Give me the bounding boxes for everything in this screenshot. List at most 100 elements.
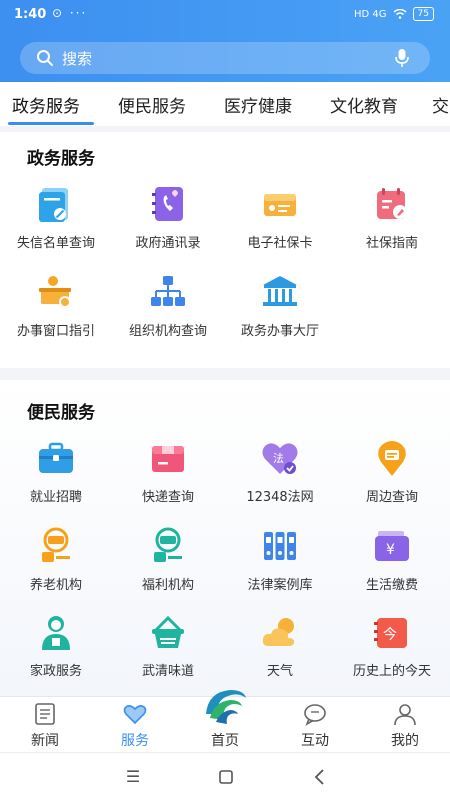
grid-item-label: 历史上的今天: [352, 664, 431, 679]
welfare-icon: [154, 527, 182, 562]
status-time: 1:40: [14, 7, 47, 22]
grid-item-label: 生活缴费: [365, 578, 418, 593]
menu-icon[interactable]: ☰: [123, 767, 143, 787]
user-icon: [394, 704, 416, 726]
grid-item-legal-case-library[interactable]: 法律案例库: [224, 526, 336, 606]
system-navigation-bar: ☰: [0, 752, 450, 800]
battery-indicator: 75: [412, 7, 434, 21]
nav-label: 新闻: [31, 733, 59, 749]
grid-item-label: 养老机构: [29, 578, 82, 593]
tab-transport[interactable]: 交: [432, 92, 449, 117]
government-hall-icon: [263, 276, 297, 306]
back-icon[interactable]: [310, 767, 330, 787]
grid-item-label: 家政服务: [29, 664, 82, 679]
phone-book-icon: [152, 187, 183, 221]
grid-item-social-security-guide[interactable]: 社保指南: [336, 184, 448, 264]
grid-item-label: 福利机构: [141, 578, 194, 593]
grid-item-label: 快递查询: [141, 490, 194, 505]
briefcase-icon: [39, 442, 73, 473]
housekeeper-icon: [42, 616, 70, 650]
tab-government-services[interactable]: 政务服务: [12, 92, 80, 117]
svg-text:今: 今: [383, 627, 397, 643]
grid-item-housekeeping[interactable]: 家政服务: [0, 612, 112, 692]
grid-item-label: 周边查询: [365, 490, 418, 505]
grid-item-organization-query[interactable]: 组织机构查询: [112, 272, 224, 352]
calendar-edit-icon: [377, 188, 407, 219]
grid-item-label: 办事窗口指引: [16, 324, 95, 339]
wifi-icon: [393, 9, 407, 19]
status-bar: 1:40 ⊙ ··· HD 4G 75: [0, 0, 450, 32]
search-icon: [37, 50, 53, 66]
grid-item-government-hall[interactable]: 政务办事大厅: [224, 272, 336, 352]
id-card-icon: [264, 194, 296, 216]
grid-item-label: 武清味道: [141, 664, 194, 679]
grid-item-today-in-history[interactable]: 今 历史上的今天: [336, 612, 448, 692]
tab-medical-health[interactable]: 医疗健康: [224, 92, 292, 117]
elderly-care-icon: [42, 527, 70, 562]
today-calendar-icon: 今: [374, 618, 407, 648]
grid-item-gov-directory[interactable]: 政府通讯录: [112, 184, 224, 264]
grid-item-credit-blacklist[interactable]: 失信名单查询: [0, 184, 112, 264]
binders-icon: [264, 532, 296, 560]
org-chart-icon: [151, 276, 185, 306]
service-heart-icon: [123, 705, 147, 725]
category-tabs: 政务服务 便民服务 医疗健康 文化教育 交: [0, 82, 450, 126]
grid-item-job-recruitment[interactable]: 就业招聘: [0, 438, 112, 518]
grid-item-welfare-institution[interactable]: 福利机构: [112, 526, 224, 606]
network-indicator: HD 4G: [354, 8, 387, 20]
payment-icon: ¥: [375, 531, 409, 561]
active-tab-indicator: [8, 122, 94, 125]
document-list-icon: [39, 188, 68, 222]
tab-culture-education[interactable]: 文化教育: [330, 92, 398, 117]
grid-item-label: 12348法网: [246, 490, 314, 505]
nav-interaction[interactable]: 互动: [280, 701, 350, 750]
section-title: 政务服务: [27, 149, 95, 169]
grid-item-weather[interactable]: 天气: [224, 612, 336, 692]
svg-text:¥: ¥: [386, 542, 395, 558]
tab-public-services[interactable]: 便民服务: [118, 92, 186, 117]
search-placeholder: 搜索: [62, 49, 93, 68]
grid-item-label: 法律案例库: [247, 578, 313, 593]
chat-icon: [304, 704, 326, 726]
nav-label: 互动: [301, 733, 329, 749]
map-pin-icon: [378, 441, 406, 476]
search-bar[interactable]: 搜索: [20, 42, 430, 74]
svg-text:法: 法: [273, 451, 284, 465]
nav-label: 首页: [211, 733, 239, 749]
service-desk-icon: [39, 276, 71, 308]
grid-item-express-query[interactable]: 快递查询: [112, 438, 224, 518]
nav-label: 我的: [391, 733, 419, 749]
grid-item-label: 政务办事大厅: [240, 324, 319, 339]
grid-item-label: 就业招聘: [29, 490, 82, 505]
weather-icon: [262, 618, 295, 646]
grid-item-wuqing-taste[interactable]: 武清味道: [112, 612, 224, 692]
government-services-section: 政务服务 失信名单查询 政府通讯录 电子社保卡 社保指南 办事窗口指引 组织机构…: [0, 132, 450, 368]
nav-services[interactable]: 服务: [100, 701, 170, 750]
grid-item-label: 政府通讯录: [135, 236, 201, 251]
grid-item-label: 组织机构查询: [128, 324, 207, 339]
grid-item-service-window[interactable]: 办事窗口指引: [0, 272, 112, 352]
nav-label: 服务: [121, 733, 149, 749]
status-notification-icons: ⊙ ···: [52, 6, 88, 20]
grid-item-social-security-card[interactable]: 电子社保卡: [224, 184, 336, 264]
law-heart-icon: 法: [262, 443, 298, 474]
home-logo-icon[interactable]: [200, 684, 250, 726]
grid-item-utility-payment[interactable]: ¥ 生活缴费: [336, 526, 448, 606]
grid-item-elderly-care[interactable]: 养老机构: [0, 526, 112, 606]
public-services-section: 便民服务 就业招聘 快递查询 法 12348法网 周边查询 养老机构 福利机构 …: [0, 380, 450, 696]
microphone-icon[interactable]: [392, 48, 412, 68]
app-header: 1:40 ⊙ ··· HD 4G 75 搜索: [0, 0, 450, 82]
grid-item-label: 社保指南: [365, 236, 418, 251]
nav-news[interactable]: 新闻: [10, 701, 80, 750]
food-basket-icon: [152, 615, 184, 648]
status-right: HD 4G 75: [354, 7, 434, 21]
home-square-icon[interactable]: [216, 767, 236, 787]
section-title: 便民服务: [27, 403, 95, 423]
grid-item-label: 失信名单查询: [16, 236, 95, 251]
package-icon: [152, 446, 184, 472]
grid-item-12348-legal-net[interactable]: 法 12348法网: [224, 438, 336, 518]
grid-item-label: 天气: [266, 664, 293, 679]
nav-profile[interactable]: 我的: [370, 701, 440, 750]
news-icon: [35, 703, 55, 725]
grid-item-nearby-query[interactable]: 周边查询: [336, 438, 448, 518]
